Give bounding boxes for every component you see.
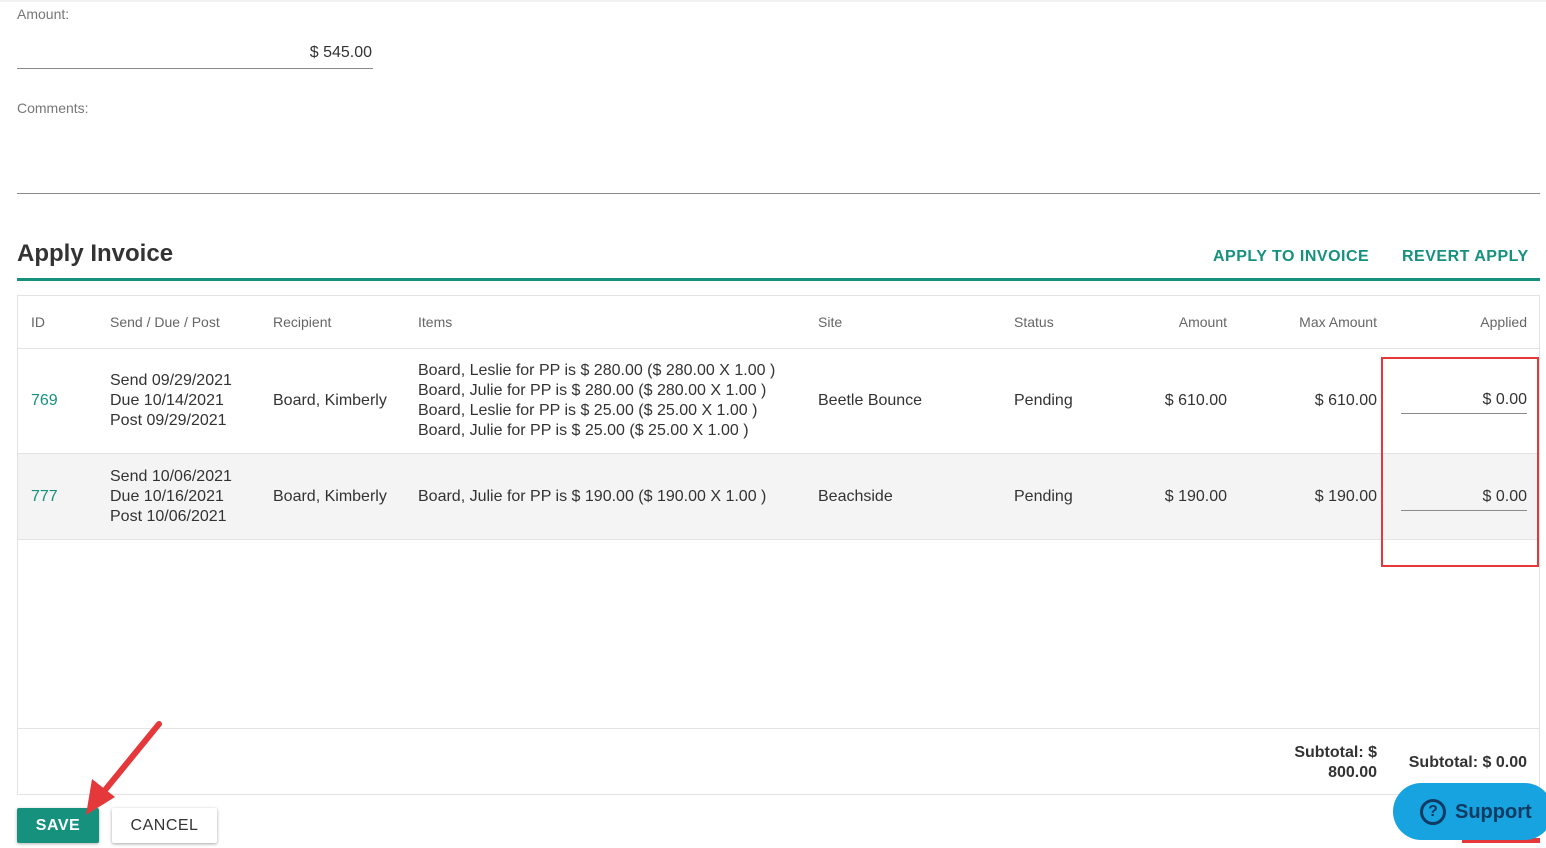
- item-line: Board, Julie for PP is $ 280.00 ($ 280.0…: [418, 382, 767, 399]
- invoice-id-link[interactable]: 769: [31, 391, 58, 411]
- subtotal-max-value: 800.00: [1328, 764, 1377, 781]
- amount-label: Amount:: [17, 6, 70, 22]
- footer-divider: [18, 728, 1539, 729]
- recipient: Board, Kimberly: [273, 488, 387, 505]
- column-header-status[interactable]: Status: [1014, 296, 1054, 348]
- amount-input[interactable]: $ 545.00: [17, 40, 373, 69]
- item-line: Board, Leslie for PP is $ 280.00 ($ 280.…: [418, 362, 776, 379]
- amount: $ 190.00: [1164, 488, 1227, 505]
- invoice-table: ID Send / Due / Post Recipient Items Sit…: [17, 295, 1540, 795]
- table-row: 769 Send 09/29/2021 Due 10/14/2021 Post …: [18, 349, 1539, 454]
- support-label: Support: [1455, 801, 1532, 823]
- cancel-button[interactable]: CANCEL: [112, 808, 217, 843]
- apply-invoice-title: Apply Invoice: [17, 240, 174, 267]
- column-header-id[interactable]: ID: [31, 296, 45, 348]
- max-amount: $ 190.00: [1314, 488, 1377, 505]
- row-divider: [18, 539, 1539, 540]
- max-amount: $ 610.00: [1314, 392, 1377, 409]
- item-line: Board, Leslie for PP is $ 25.00 ($ 25.00…: [418, 402, 758, 419]
- subtotal-max-amount: Subtotal: $ 800.00: [1237, 743, 1377, 783]
- question-circle-icon: ?: [1420, 799, 1446, 825]
- item-line: Board, Julie for PP is $ 25.00 ($ 25.00 …: [418, 422, 749, 439]
- post-date: Post 09/29/2021: [110, 412, 227, 429]
- column-header-amount[interactable]: Amount: [1127, 296, 1227, 348]
- amount: $ 610.00: [1164, 392, 1227, 409]
- revert-apply-button[interactable]: REVERT APPLY: [1402, 248, 1529, 266]
- column-header-items[interactable]: Items: [418, 296, 452, 348]
- save-button[interactable]: SAVE: [17, 808, 99, 843]
- post-date: Post 10/06/2021: [110, 508, 227, 525]
- top-divider: [0, 0, 1546, 2]
- column-header-max-amount[interactable]: Max Amount: [1257, 296, 1377, 348]
- status: Pending: [1014, 392, 1073, 409]
- comments-textarea[interactable]: [17, 124, 1540, 194]
- subtotal-applied: Subtotal: $ 0.00: [1408, 754, 1527, 771]
- highlight-box-annotation: [1381, 357, 1539, 567]
- send-date: Send 10/06/2021: [110, 468, 232, 485]
- due-date: Due 10/16/2021: [110, 488, 224, 505]
- comments-label: Comments:: [17, 100, 89, 116]
- invoice-id-link[interactable]: 777: [31, 487, 58, 507]
- column-header-recipient[interactable]: Recipient: [273, 296, 331, 348]
- site: Beachside: [818, 488, 893, 505]
- table-row: 777 Send 10/06/2021 Due 10/16/2021 Post …: [18, 454, 1539, 539]
- support-button[interactable]: ? Support: [1393, 783, 1546, 840]
- apply-to-invoice-button[interactable]: APPLY TO INVOICE: [1213, 248, 1369, 266]
- subtotal-max-label: Subtotal: $: [1294, 744, 1377, 761]
- item-line: Board, Julie for PP is $ 190.00 ($ 190.0…: [418, 488, 767, 505]
- due-date: Due 10/14/2021: [110, 392, 224, 409]
- send-date: Send 09/29/2021: [110, 372, 232, 389]
- column-header-send-due-post[interactable]: Send / Due / Post: [110, 296, 220, 348]
- site: Beetle Bounce: [818, 392, 923, 409]
- column-header-site[interactable]: Site: [818, 296, 842, 348]
- recipient: Board, Kimberly: [273, 392, 387, 409]
- column-header-applied[interactable]: Applied: [1407, 296, 1527, 348]
- status: Pending: [1014, 488, 1073, 505]
- section-divider: [17, 278, 1540, 281]
